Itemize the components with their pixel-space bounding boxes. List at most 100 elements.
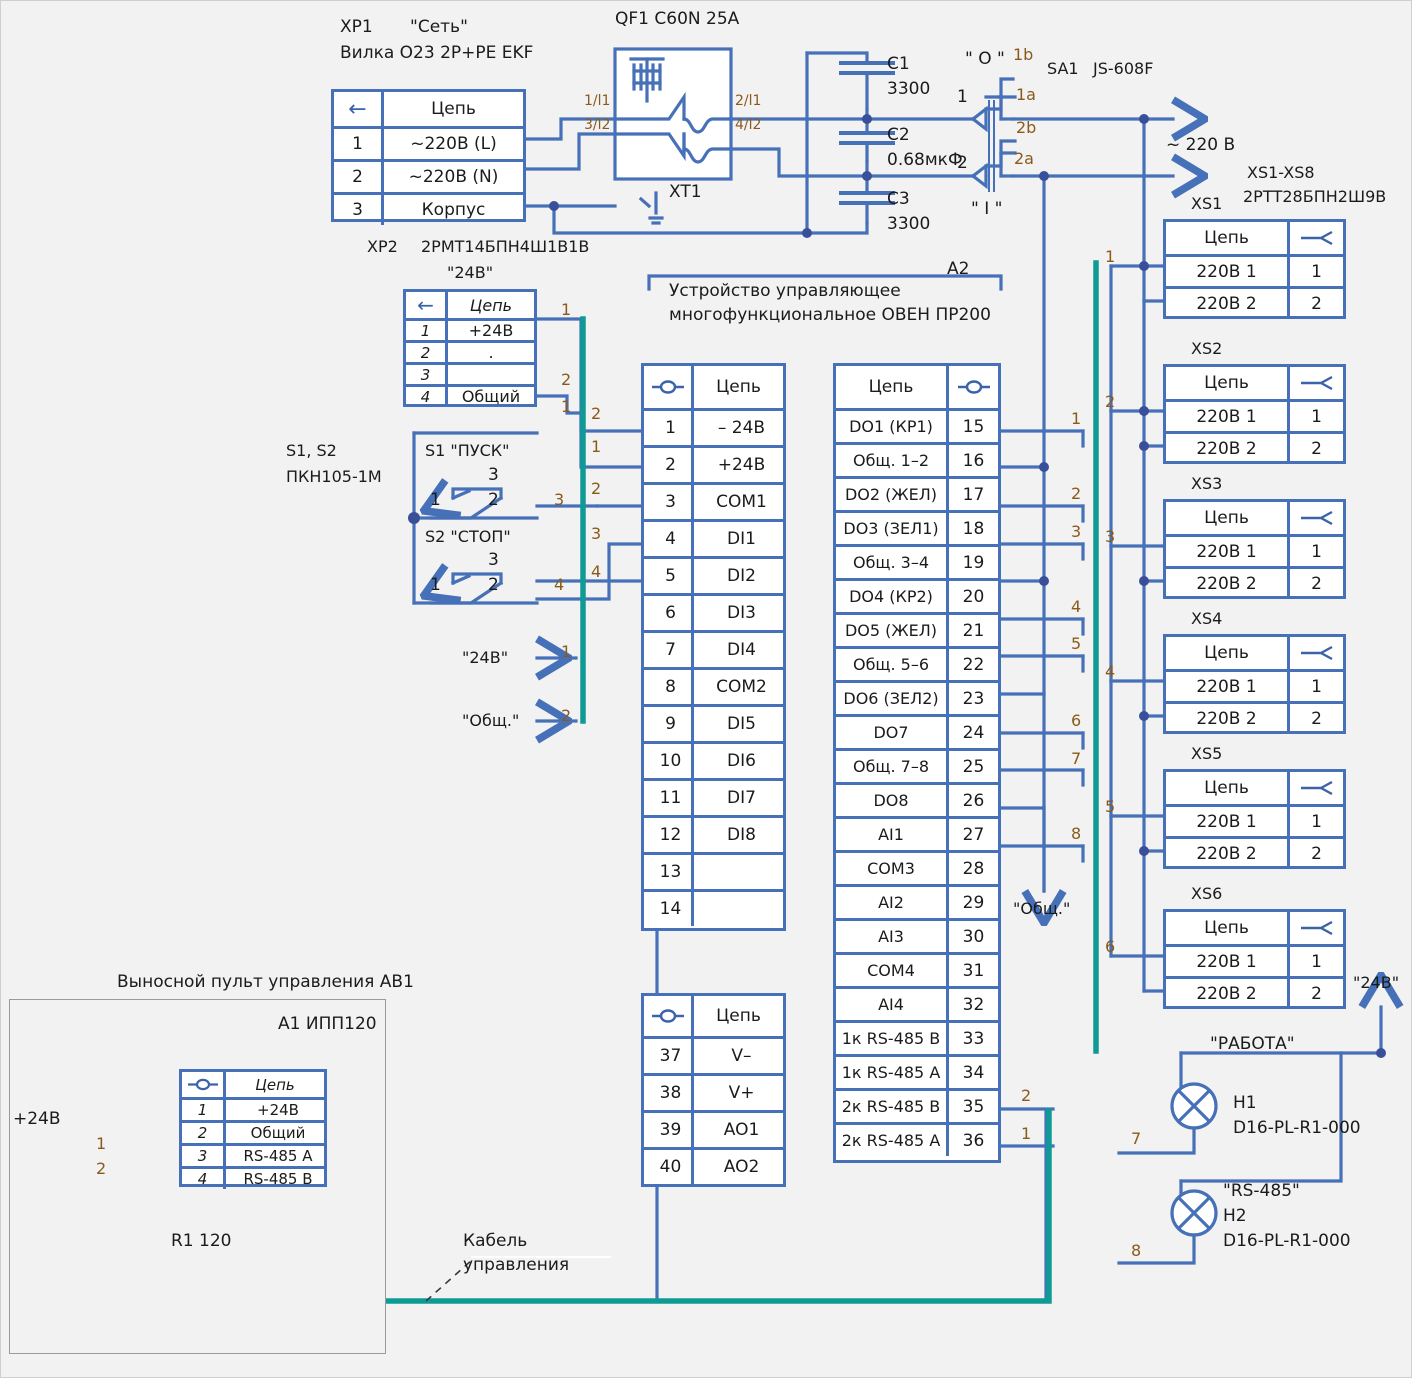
- a2-pin-num: 32: [962, 994, 985, 1015]
- table-row: 14: [644, 889, 783, 926]
- xp1-header-label: Цепь: [431, 99, 476, 119]
- a2-pin-num: 31: [962, 960, 985, 981]
- a2-pin-num: 18: [962, 518, 985, 539]
- xs-pin-num: 2: [1311, 293, 1322, 314]
- table-row: DO1 (КР1) 15: [836, 408, 998, 442]
- table-row: 220В 1 1: [1166, 254, 1343, 286]
- table-header-row: Цепь: [1166, 222, 1343, 254]
- a2-left-table: Цепь 1 – 24В 2 +24В 3 COM1 4 DI1 5 DI2 6 DI3 7…: [641, 363, 786, 931]
- xp2-pin-num: 4: [406, 387, 448, 406]
- xp1-pin-num: 3: [334, 195, 384, 225]
- a2-pin-num: 19: [962, 552, 985, 573]
- xp2-pin-num: 2: [406, 343, 448, 362]
- qf1-terminal-3: 3/l2: [584, 117, 611, 133]
- table-row: 4 Общий: [406, 384, 534, 406]
- xs-pin-circuit: 220В 1: [1166, 807, 1290, 836]
- a2-pin-circuit: AI3: [836, 921, 949, 952]
- xp2-header-arrow: ←: [406, 292, 448, 318]
- c1-ref: C1: [887, 54, 910, 74]
- qf1-terminal-4: 4/l2: [735, 117, 762, 133]
- h1-name: "РАБОТА": [1210, 1034, 1295, 1054]
- xs-header-label: Цепь: [1166, 912, 1290, 944]
- a2-pin-circuit: DI3: [727, 603, 756, 623]
- table-row: 220В 2 2: [1166, 976, 1343, 1008]
- table-row: AI2 29: [836, 884, 998, 918]
- table-row: 2 ~220В (N): [334, 159, 523, 192]
- table-row: 7 DI4: [644, 630, 783, 667]
- xp2-pin-num: 3: [406, 365, 448, 384]
- a2-pin-circuit: DI7: [727, 788, 756, 808]
- a2-pin-num: 9: [644, 707, 694, 741]
- table-row: 3 Корпус: [334, 192, 523, 225]
- a2-pin-circuit: DO7: [836, 717, 949, 748]
- a2-pin-circuit: DO3 (ЗЕЛ1): [836, 513, 949, 544]
- schematic-canvas: XP1 "Сеть" Вилка О23 2P+PE EKF ← Цепь 1 …: [0, 0, 1412, 1378]
- table-header-row: Цепь: [1166, 772, 1343, 804]
- lamp-24v-label: "24В": [1353, 973, 1400, 992]
- bus-wire-6: 6: [1105, 937, 1116, 956]
- sa1-terminal-2: 2: [957, 153, 968, 173]
- a2-pin-num: 30: [962, 926, 985, 947]
- xs4-table: Цепь 220В 1 1 220В 2 2: [1163, 634, 1346, 734]
- table-row: 3 COM1: [644, 482, 783, 519]
- table-row: 1к RS-485 A 34: [836, 1054, 998, 1088]
- xp2-wire-top: 1: [561, 300, 572, 319]
- table-row: 220В 1 1: [1166, 399, 1343, 431]
- a2-pin-circuit: DO8: [836, 785, 949, 816]
- a2-pin-num: 16: [962, 450, 985, 471]
- a2-pin-num: 35: [962, 1096, 985, 1117]
- table-row: 8 COM2: [644, 667, 783, 704]
- a2-title-line2: многофункциональное ОВЕН ПР200: [669, 305, 991, 325]
- a2-pin-num: 27: [962, 824, 985, 845]
- qf1-terminal-1: 1/l1: [584, 93, 611, 109]
- terminal-icon: [949, 366, 998, 408]
- a2-pin-num: 34: [962, 1062, 985, 1083]
- a2-pin-num: 13: [644, 855, 694, 889]
- a2-pin-num: 25: [962, 756, 985, 777]
- xs5-ref: XS5: [1191, 744, 1223, 763]
- xp2-wire-bottom: 2: [561, 370, 572, 389]
- a2-ref: A2: [947, 259, 970, 279]
- a2-wire-in-2: 2: [591, 404, 602, 423]
- table-row: 220В 2 2: [1166, 836, 1343, 868]
- xp2-pin-circuit: [448, 365, 534, 384]
- a2-in-wire-2: 2: [591, 479, 602, 498]
- a2-pin-num: 28: [962, 858, 985, 879]
- a2-pin-num: 33: [962, 1028, 985, 1049]
- xs-pin-circuit: 220В 1: [1166, 537, 1290, 566]
- xs-pin-circuit: 220В 1: [1166, 947, 1290, 976]
- xt1-label: XT1: [669, 182, 702, 202]
- table-row: COM4 31: [836, 952, 998, 986]
- table-row: 37 V–: [644, 1036, 783, 1073]
- table-header-row: ← Цепь: [406, 292, 534, 318]
- xs-group-type: 2РТТ28БПН2Ш9В: [1243, 187, 1387, 206]
- sa1-contact-1a: 1a: [1016, 85, 1036, 104]
- table-row: AI4 32: [836, 986, 998, 1020]
- s2-pin1: 1: [430, 575, 441, 595]
- s2-out-wire: 4: [554, 575, 565, 594]
- table-row: 2 +24В: [644, 445, 783, 482]
- bus-wire-5: 5: [1105, 797, 1116, 816]
- a2-pin-num: 3: [644, 485, 694, 519]
- s2-pin2: 2: [488, 575, 499, 595]
- table-row: 10 DI6: [644, 741, 783, 778]
- h1-ref: H1: [1233, 1093, 1257, 1113]
- xp1-type: Вилка О23 2P+PE EKF: [340, 43, 534, 63]
- a2-pin-circuit: +24В: [717, 455, 766, 475]
- table-header-row: Цепь: [1166, 502, 1343, 534]
- s1-ref: S1 "ПУСК": [425, 441, 510, 460]
- a2-pin-circuit: V–: [731, 1046, 752, 1066]
- a2-pin-num: 15: [962, 416, 985, 437]
- xs3-ref: XS3: [1191, 474, 1223, 493]
- socket-icon: [1290, 222, 1343, 254]
- table-row: DO4 (КР2) 20: [836, 578, 998, 612]
- xs-pin-num: 2: [1311, 438, 1322, 459]
- xp1-table: ← Цепь 1 ~220В (L) 2 ~220В (N) 3 Корпус: [331, 89, 526, 225]
- a2-pin-num: 24: [962, 722, 985, 743]
- xs-pin-num: 1: [1311, 406, 1322, 427]
- a2-pin-num: 7: [644, 633, 694, 667]
- sa1-contact-1b: 1b: [1013, 45, 1034, 64]
- a2-pin-circuit: DI4: [727, 640, 756, 660]
- switch-out-common: "Общ.": [462, 711, 520, 730]
- a2-pin-circuit: DI1: [727, 529, 756, 549]
